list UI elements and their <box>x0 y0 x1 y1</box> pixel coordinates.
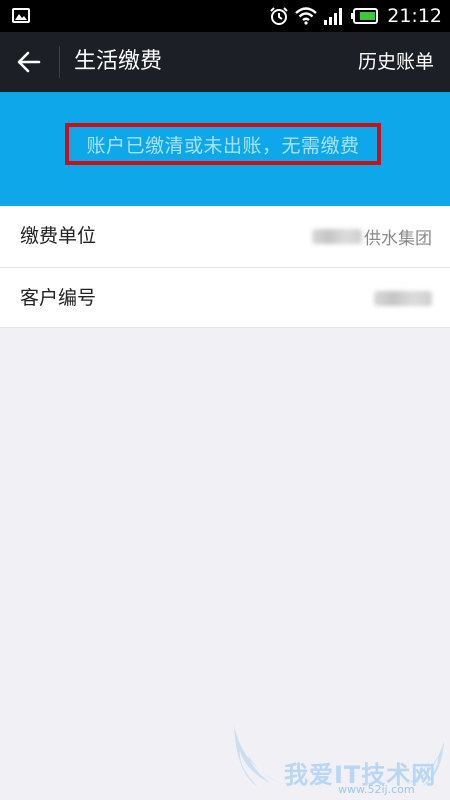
status-banner: 账户已缴清或未出账，无需缴费 <box>0 92 450 206</box>
clock: 21:12 <box>387 5 442 27</box>
banner-message: 账户已缴清或未出账，无需缴费 <box>86 134 360 157</box>
customer-number-value <box>374 268 432 329</box>
watermark-logo: 我爱IT技术网 www.52ij.com <box>232 725 446 797</box>
list-item-customer-number: 客户编号 <box>0 267 450 328</box>
app-bar: 生活缴费 历史账单 <box>0 32 450 92</box>
alarm-icon <box>270 7 288 25</box>
page-title: 生活缴费 <box>74 49 163 74</box>
customer-number-label: 客户编号 <box>20 287 97 309</box>
highlight-box: 账户已缴清或未出账，无需缴费 <box>65 123 381 165</box>
payee-value: 供水集团 <box>312 206 432 267</box>
battery-icon <box>351 8 379 24</box>
back-button[interactable] <box>14 47 44 77</box>
watermark-url: www.52ij.com <box>338 783 415 796</box>
wifi-icon <box>295 7 318 25</box>
status-bar: 21:12 <box>0 0 450 32</box>
history-bills-button[interactable]: 历史账单 <box>358 32 434 92</box>
signal-icon <box>324 8 343 25</box>
payee-value-text: 供水集团 <box>364 229 432 249</box>
redacted-text <box>374 291 432 306</box>
redacted-text <box>312 229 362 244</box>
arrow-left-icon <box>17 51 41 73</box>
divider <box>59 46 60 78</box>
list-item-payee: 缴费单位 供水集团 <box>0 206 450 267</box>
gallery-icon <box>12 8 30 23</box>
payee-label: 缴费单位 <box>20 225 97 247</box>
details-list: 缴费单位 供水集团 客户编号 <box>0 206 450 328</box>
